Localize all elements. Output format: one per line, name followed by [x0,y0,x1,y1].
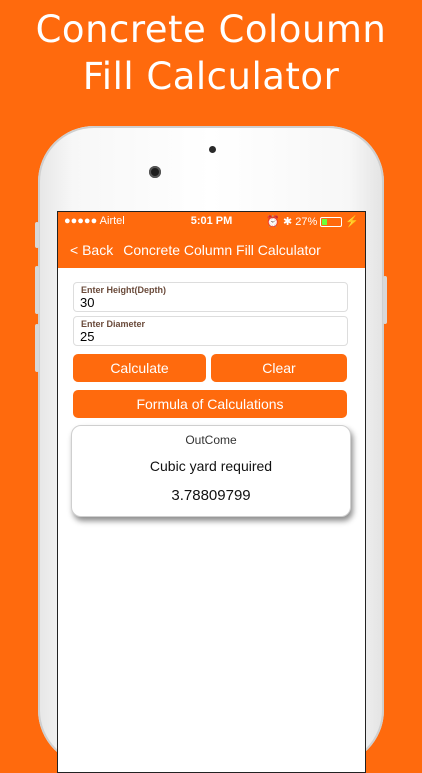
alarm-icon: ⏰ [266,216,281,228]
phone-side-button-power [383,276,387,324]
calculate-button[interactable]: Calculate [73,354,206,382]
phone-sensor-dot [209,146,216,153]
result-card: OutCome Cubic yard required 3.78809799 [71,425,351,517]
page-title: Concrete Column Fill Calculator [123,242,321,258]
height-field: Enter Height(Depth) [73,282,348,312]
charging-icon: ⚡ [345,216,359,228]
phone-side-button-volume-down [35,324,39,372]
height-input[interactable] [80,294,330,310]
battery-percent: 27% [295,215,318,228]
diameter-input[interactable] [80,328,330,344]
diameter-field: Enter Diameter [73,316,348,346]
bluetooth-icon: ✱ [283,216,293,228]
promo-title-line2: Fill Calculator [82,55,340,98]
phone-frame: ●●●●● Airtel 5:01 PM ⏰ ✱ 27% ⚡ < Back Co… [35,126,387,773]
battery-level [322,218,328,225]
result-value: 3.78809799 [171,487,251,504]
battery-icon [320,216,343,227]
result-title: OutCome [185,433,237,447]
phone-side-button-volume-up [35,266,39,314]
nav-bar: < Back Concrete Column Fill Calculator [58,232,365,268]
back-button[interactable]: < Back [70,242,113,258]
promo-title-line1: Concrete Coloumn [35,8,387,51]
status-right-group: ⏰ ✱ 27% ⚡ [266,215,359,229]
promo-title: Concrete Coloumn Fill Calculator [0,6,422,100]
clear-button[interactable]: Clear [211,354,347,382]
front-camera-icon [149,166,161,178]
result-label: Cubic yard required [149,458,273,474]
status-bar: ●●●●● Airtel 5:01 PM ⏰ ✱ 27% ⚡ [58,212,365,232]
phone-side-button-silent [35,222,39,248]
formula-button[interactable]: Formula of Calculations [73,390,347,418]
app-screen: ●●●●● Airtel 5:01 PM ⏰ ✱ 27% ⚡ < Back Co… [57,211,366,773]
